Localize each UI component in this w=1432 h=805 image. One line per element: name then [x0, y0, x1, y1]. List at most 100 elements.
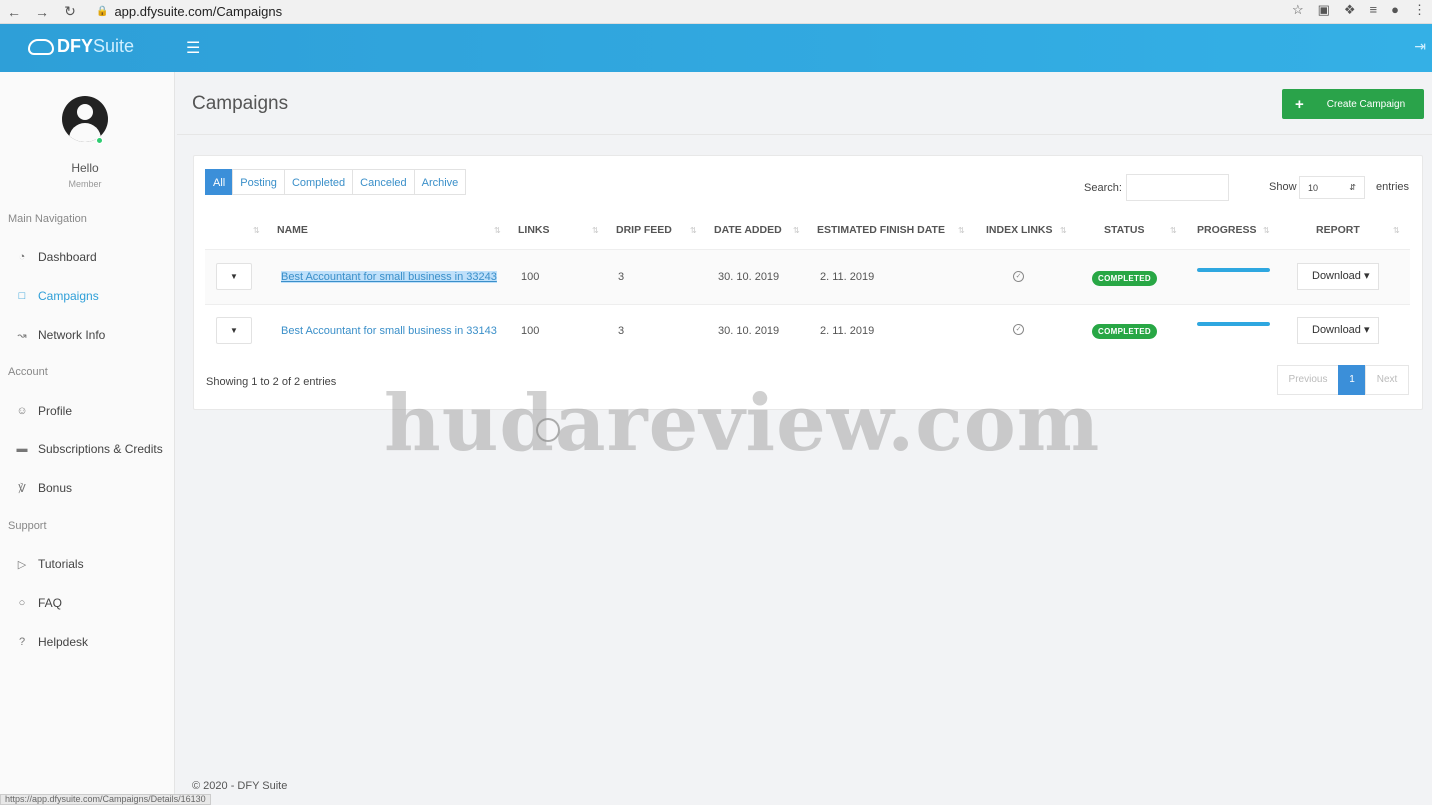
user-icon: ☺: [16, 405, 28, 417]
search-input[interactable]: [1126, 174, 1229, 201]
finish-date-value: 2. 11. 2019: [820, 271, 875, 283]
create-campaign-label: Create Campaign: [1326, 98, 1406, 110]
sort-icon[interactable]: ⇅: [1393, 226, 1400, 235]
playlist-icon[interactable]: ≡: [1370, 2, 1378, 18]
column-header-links[interactable]: LINKS: [518, 224, 550, 236]
progress-bar: [1197, 268, 1270, 272]
column-header-progress[interactable]: PROGRESS: [1197, 224, 1257, 236]
star-icon[interactable]: ☆: [1292, 2, 1304, 18]
progress-fill: [1197, 268, 1270, 272]
pagination-next[interactable]: Next: [1365, 365, 1409, 395]
select-arrows-icon: ⇵: [1349, 183, 1356, 192]
download-report-button[interactable]: Download ▾: [1297, 263, 1379, 290]
back-icon[interactable]: ←: [0, 4, 28, 20]
sort-icon[interactable]: ⇅: [793, 226, 800, 235]
avatar: [62, 96, 108, 142]
browser-toolbar: ← → ↻ 🔒 app.dfysuite.com/Campaigns ☆ ▣ ❖…: [0, 0, 1432, 24]
campaign-name-link[interactable]: Best Accountant for small business in 33…: [281, 271, 497, 283]
video-icon: ▷: [17, 558, 27, 571]
question-icon: ?: [18, 636, 26, 648]
forward-icon[interactable]: →: [28, 4, 56, 20]
sort-icon[interactable]: ⇅: [1170, 226, 1177, 235]
loading-spinner-icon: [536, 418, 560, 442]
tab-completed[interactable]: Completed: [283, 169, 354, 195]
tab-archive[interactable]: Archive: [413, 169, 467, 195]
extension-icon[interactable]: ❖: [1344, 2, 1356, 18]
pagination-page[interactable]: 1: [1338, 365, 1366, 395]
section-support: Support: [8, 520, 47, 532]
section-account: Account: [8, 366, 48, 378]
greeting: Hello: [71, 161, 99, 175]
entries-select-value: 10: [1308, 183, 1319, 193]
browser-status-url: https://app.dfysuite.com/Campaigns/Detai…: [0, 794, 211, 805]
sidebar-item-label: Campaigns: [38, 289, 99, 303]
sidebar-item-label: Tutorials: [38, 557, 84, 571]
column-header-finish-date[interactable]: ESTIMATED FINISH DATE: [817, 224, 945, 236]
download-report-button[interactable]: Download ▾: [1297, 317, 1379, 344]
sidebar-item-subscriptions[interactable]: ▬ Subscriptions & Credits: [14, 442, 163, 456]
sort-icon[interactable]: ⇅: [1263, 226, 1270, 235]
tab-all[interactable]: All: [205, 169, 234, 195]
column-header-name[interactable]: NAME: [277, 224, 308, 236]
sidebar-item-profile[interactable]: ☺ Profile: [14, 404, 72, 418]
plus-icon: +: [1295, 95, 1304, 113]
row-expand-button[interactable]: ▼: [216, 317, 252, 344]
page-title: Campaigns: [192, 93, 289, 114]
links-value: 100: [521, 271, 540, 283]
progress-fill: [1197, 322, 1270, 326]
column-header-date-added[interactable]: DATE ADDED: [714, 224, 782, 236]
sort-icon[interactable]: ⇅: [1060, 226, 1067, 235]
column-header-drip-feed[interactable]: DRIP FEED: [616, 224, 672, 236]
user-role: Member: [68, 179, 102, 189]
app-header: DFY Suite ☰ ⇥: [0, 24, 1432, 72]
dashboard-icon: ◔: [18, 251, 26, 263]
tab-posting[interactable]: Posting: [232, 169, 285, 195]
sidebar-item-dashboard[interactable]: ◔ Dashboard: [14, 250, 97, 264]
date-added-value: 30. 10. 2019: [718, 271, 780, 283]
drip-feed-value: 3: [618, 271, 625, 283]
reload-icon[interactable]: ↻: [56, 3, 84, 20]
sort-icon[interactable]: ⇅: [690, 226, 697, 235]
caret-down-icon: ▾: [1363, 270, 1370, 282]
entries-select[interactable]: 10 ⇵: [1299, 176, 1365, 199]
extension-icon[interactable]: ▣: [1318, 2, 1330, 18]
logo[interactable]: DFY Suite: [28, 36, 134, 57]
caret-down-icon: ▾: [1363, 324, 1370, 336]
menu-dots-icon[interactable]: ⋮: [1413, 2, 1426, 18]
create-campaign-button[interactable]: + Create Campaign: [1282, 89, 1424, 119]
sidebar-item-label: Bonus: [38, 481, 73, 495]
sidebar-item-helpdesk[interactable]: ? Helpdesk: [14, 635, 88, 649]
links-value: 100: [521, 325, 540, 337]
pagination: Previous 1 Next: [1277, 365, 1409, 395]
hamburger-menu-icon[interactable]: ☰: [186, 38, 200, 58]
sidebar-item-faq[interactable]: ○ FAQ: [14, 596, 62, 610]
check-circle-icon: ✓: [1013, 271, 1024, 282]
column-header-index-links[interactable]: INDEX LINKS: [986, 224, 1053, 236]
divider: [177, 134, 1432, 135]
column-header-status[interactable]: STATUS: [1104, 224, 1144, 236]
logout-icon[interactable]: ⇥: [1414, 38, 1426, 55]
sort-icon[interactable]: ⇅: [592, 226, 599, 235]
address-bar[interactable]: app.dfysuite.com/Campaigns: [114, 4, 282, 19]
profile-avatar-icon[interactable]: ●: [1391, 2, 1399, 18]
column-header-report[interactable]: REPORT: [1316, 224, 1360, 236]
sort-icon[interactable]: ⇅: [253, 226, 260, 235]
sort-icon[interactable]: ⇅: [958, 226, 965, 235]
entries-label: entries: [1376, 181, 1410, 193]
row-expand-button[interactable]: ▼: [216, 263, 252, 290]
sort-icon[interactable]: ⇅: [494, 226, 501, 235]
tab-canceled[interactable]: Canceled: [352, 169, 415, 195]
logo-text-dfy: DFY: [57, 36, 93, 56]
filter-tabs: All Posting Completed Canceled Archive: [205, 169, 467, 195]
sidebar-item-campaigns[interactable]: □ Campaigns: [14, 289, 99, 303]
sidebar-item-tutorials[interactable]: ▷ Tutorials: [14, 557, 84, 571]
sidebar-item-network-info[interactable]: ↝ Network Info: [14, 328, 105, 342]
campaign-name-link[interactable]: Best Accountant for small business in 33…: [281, 325, 497, 337]
pagination-previous[interactable]: Previous: [1277, 365, 1339, 395]
status-badge: COMPLETED: [1092, 324, 1157, 339]
sidebar-item-bonus[interactable]: ℣ Bonus: [14, 481, 72, 495]
sidebar-item-label: Helpdesk: [38, 635, 89, 649]
browser-extensions: ☆ ▣ ❖ ≡ ● ⋮: [1292, 2, 1426, 18]
sidebar-item-label: FAQ: [38, 596, 63, 610]
drip-feed-value: 3: [618, 325, 625, 337]
